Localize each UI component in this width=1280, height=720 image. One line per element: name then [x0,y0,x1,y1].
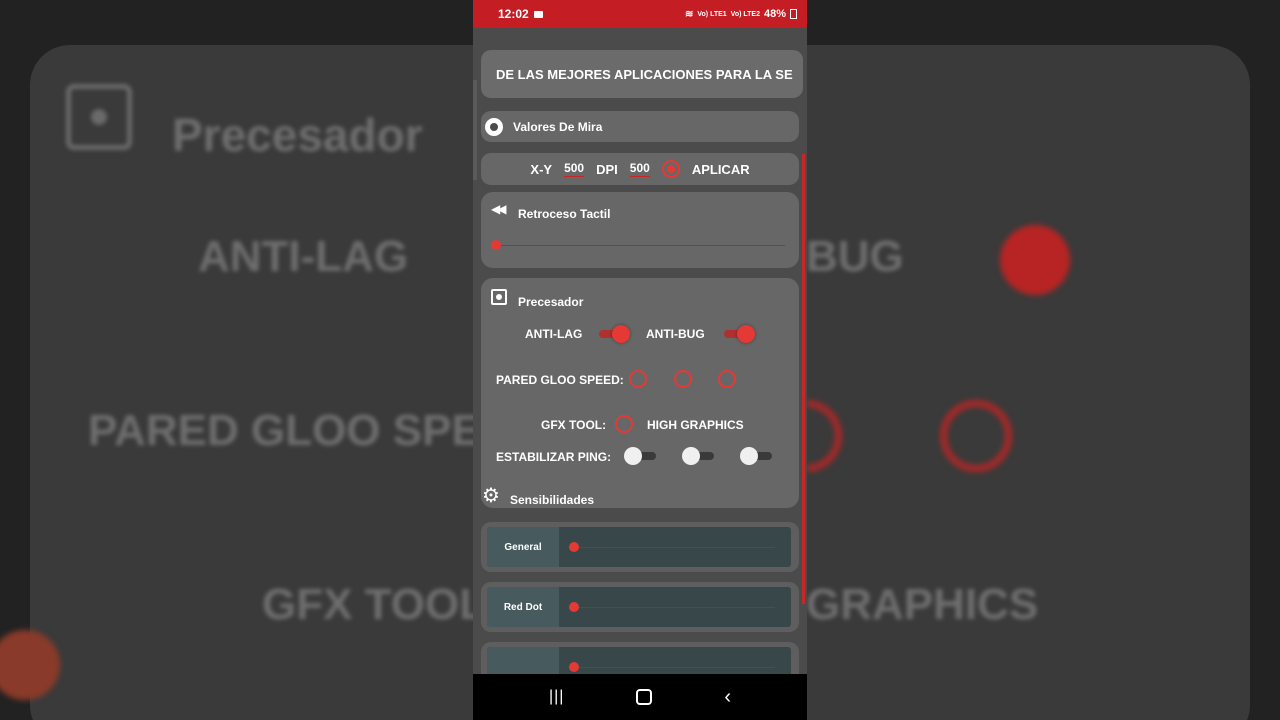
gloo-speed-radio-3[interactable] [718,370,736,388]
sens-slider-track[interactable] [575,547,775,548]
recents-button[interactable]: ||| [549,688,564,706]
anti-lag-label: ANTI-LAG [525,327,583,341]
toggle-thumb [624,447,642,465]
background-text: ANTI-LAG [198,232,409,281]
phone-screen: 12:02 ≋ Vo) LTE1 Vo) LTE2 48% DE LAS MEJ… [473,0,807,720]
ping-toggle-1[interactable] [624,447,658,465]
xy-input[interactable]: 500 [564,161,585,177]
focus-icon [66,84,132,150]
background-radio [940,400,1012,472]
dpi-label: DPI [596,161,618,177]
retroceso-card: ◀◀ Retroceso Tactil [481,192,799,268]
background-text: BUG [806,232,904,281]
scrollbar[interactable] [802,154,805,604]
background-text: Precesador [172,109,423,161]
battery-percent: 48% [763,8,786,20]
apply-radio[interactable] [661,160,680,178]
sens-slider-thumb[interactable] [569,542,579,552]
retroceso-slider-thumb[interactable] [491,240,501,250]
sens-row-general: General [481,522,799,572]
radio-button[interactable] [485,117,503,136]
gloo-speed-radio-2[interactable] [674,370,692,388]
xy-dpi-row: X-Y 500 DPI 500 APLICAR [481,153,799,185]
status-bar: 12:02 ≋ Vo) LTE1 Vo) LTE2 48% [473,0,807,28]
dpi-input[interactable]: 500 [629,161,650,177]
wifi-icon: ≋ [684,8,694,20]
sensibilidades-title: Sensibilidades [510,493,595,507]
navigation-bar: ||| ‹ [473,674,807,720]
high-graphics-label: HIGH GRAPHICS [647,418,744,432]
toggle-thumb [682,447,700,465]
sens-label: General [487,527,559,567]
anti-lag-toggle[interactable] [599,325,630,343]
ping-toggle-3[interactable] [740,447,774,465]
focus-icon [491,289,507,305]
app-content[interactable]: DE LAS MEJORES APLICACIONES PARA LA SE V… [473,28,807,692]
retroceso-slider-track[interactable] [495,245,785,246]
signal-label: Vo) LTE1 [697,10,727,18]
rewind-icon: ◀◀ [491,202,507,216]
toggle-thumb [740,447,758,465]
video-record-icon [533,10,543,18]
toggle-thumb [737,325,755,343]
gfx-tool-label: GFX TOOL: [541,418,607,432]
sens-slider-container: General [487,527,791,567]
anti-bug-label: ANTI-BUG [646,327,705,341]
background-toggle [1000,225,1070,295]
background-text: PARED GLOO SPE [88,406,481,455]
marquee-banner: DE LAS MEJORES APLICACIONES PARA LA SE [481,50,803,98]
gfx-tool-radio[interactable] [615,415,633,433]
anti-bug-toggle[interactable] [724,325,755,343]
signal-label-2: Vo) LTE2 [730,10,760,18]
background-text: GFX TOOL [262,580,487,629]
valores-mira-label: Valores De Mira [513,119,603,134]
status-time: 12:02 [498,7,529,21]
status-icons: ≋ Vo) LTE1 Vo) LTE2 48% [685,8,797,20]
battery-icon [790,9,797,19]
precesador-title: Precesador [518,295,584,309]
home-button[interactable] [636,689,653,705]
sens-slider-track[interactable] [575,667,775,668]
valores-mira-option[interactable]: Valores De Mira [481,111,799,142]
scroll-indicator [473,80,477,180]
pared-gloo-label: PARED GLOO SPEED: [496,373,624,387]
apply-label[interactable]: APLICAR [692,162,750,177]
sens-row-red-dot: Red Dot [481,582,799,632]
sens-slider-container: Red Dot [487,587,791,627]
gear-icon: ⚙ [482,485,500,507]
retroceso-title: Retroceso Tactil [518,207,611,221]
estabilizar-ping-label: ESTABILIZAR PING: [496,450,612,464]
sens-slider-thumb[interactable] [569,602,579,612]
xy-label: X-Y [530,161,553,177]
toggle-thumb [612,325,630,343]
gloo-speed-radio-1[interactable] [629,370,647,388]
sens-label: Red Dot [487,587,559,627]
sens-slider-thumb[interactable] [569,662,579,672]
precesador-card: Precesador ANTI-LAG ANTI-BUG PARED GLOO … [481,278,799,508]
sens-slider-track[interactable] [575,607,775,608]
marquee-text: DE LAS MEJORES APLICACIONES PARA LA SE [496,66,793,82]
back-button[interactable]: ‹ [724,686,731,709]
background-text: GRAPHICS [806,580,1039,629]
ping-toggle-2[interactable] [682,447,716,465]
